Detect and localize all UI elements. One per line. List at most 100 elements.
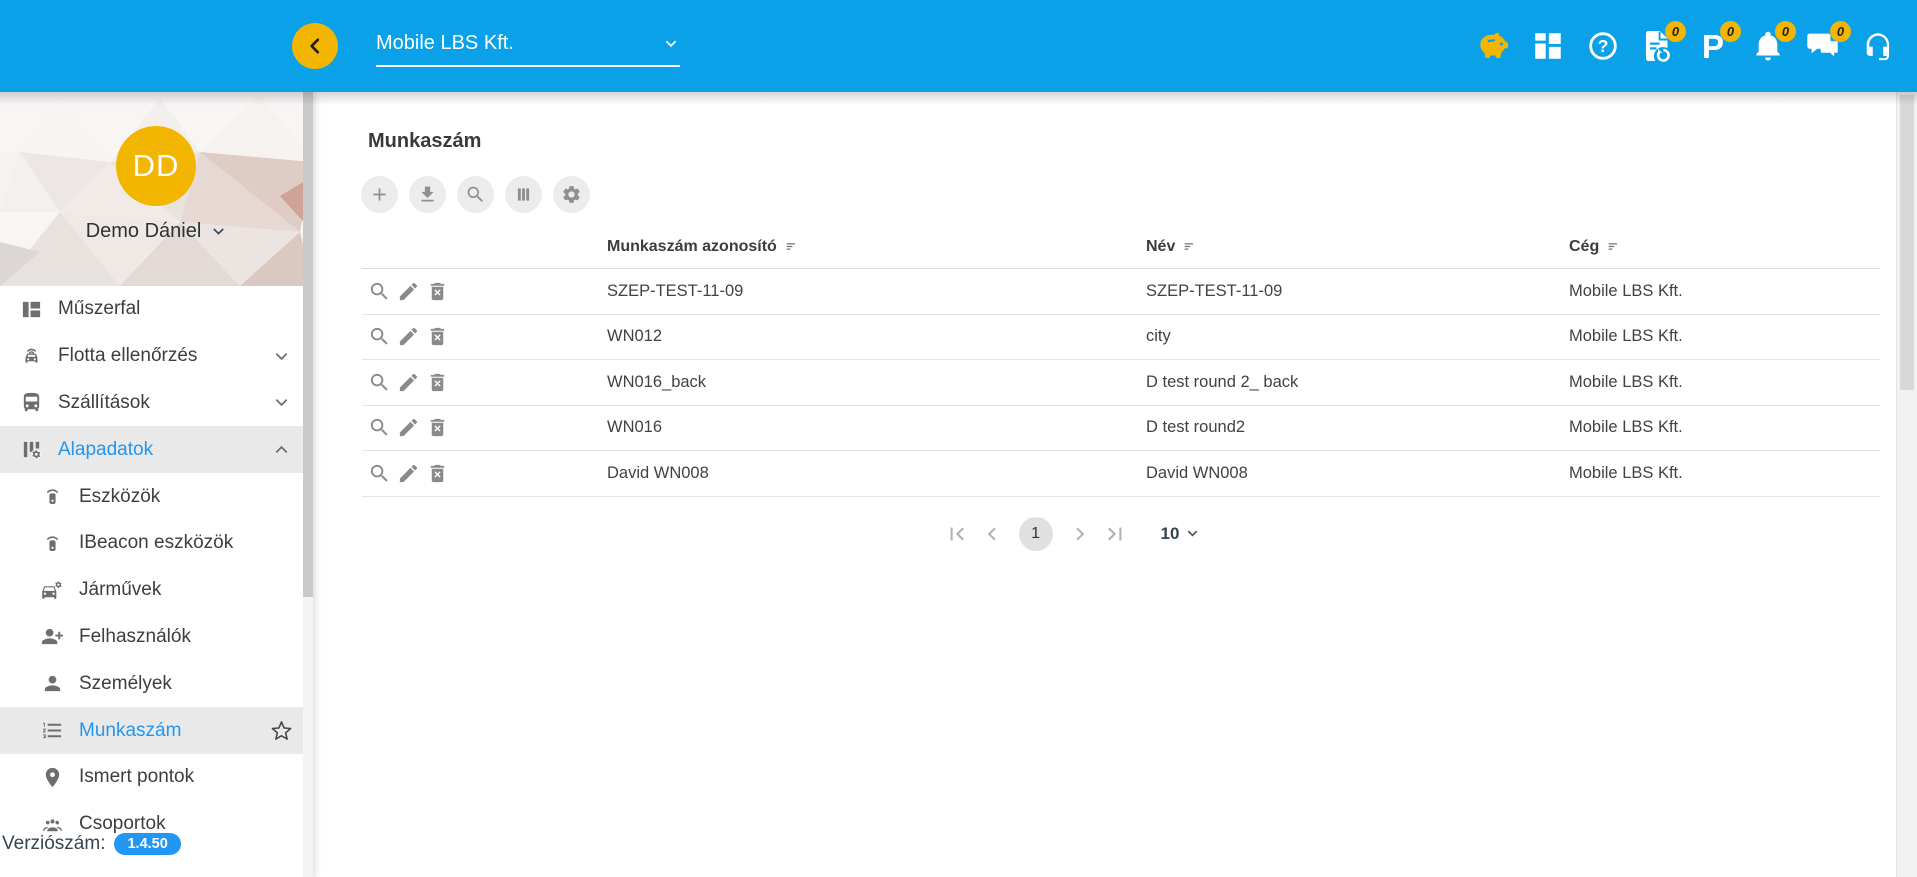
user-menu[interactable]: Demo Dániel <box>0 220 313 243</box>
row-edit-button[interactable] <box>397 280 420 303</box>
notifications-bell-icon[interactable]: 0 <box>1749 27 1787 65</box>
row-delete-button[interactable] <box>426 416 449 439</box>
columns-icon <box>513 184 534 205</box>
sidebar-scrollbar[interactable] <box>303 92 313 877</box>
delete-trash-icon <box>426 462 449 485</box>
numbered-list-icon <box>41 719 64 742</box>
messages-icon[interactable]: 0 <box>1804 27 1842 65</box>
top-bar: Mobile LBS Kft. ? 0 P 0 0 0 <box>0 0 1917 92</box>
previous-page-button[interactable] <box>979 521 1005 547</box>
version-row: Verziószám: 1.4.50 <box>2 833 181 855</box>
sort-icon[interactable] <box>1606 239 1622 255</box>
table-row: David WN008David WN008Mobile LBS Kft. <box>362 451 1880 497</box>
table-row: SZEP-TEST-11-09SZEP-TEST-11-09Mobile LBS… <box>362 269 1880 315</box>
version-badge: 1.4.50 <box>114 833 180 855</box>
sidebar-item-ismert-pontok[interactable]: Ismert pontok <box>0 754 313 801</box>
chevron-down-icon <box>210 223 227 240</box>
row-actions <box>362 325 607 348</box>
row-view-button[interactable] <box>368 416 391 439</box>
column-header[interactable]: Név <box>1146 238 1569 256</box>
cell-id: WN016 <box>607 418 1146 437</box>
edit-pencil-icon <box>397 462 420 485</box>
row-delete-button[interactable] <box>426 371 449 394</box>
row-edit-button[interactable] <box>397 462 420 485</box>
device-icon <box>41 485 64 508</box>
sidebar-item-szallitasok[interactable]: Szállítások <box>0 380 313 427</box>
page-scrollbar[interactable] <box>1896 92 1917 877</box>
sidebar-item-label: Felhasználók <box>79 626 191 648</box>
current-page-indicator[interactable]: 1 <box>1019 517 1053 551</box>
transports-icon <box>20 391 43 414</box>
row-edit-button[interactable] <box>397 416 420 439</box>
document-sync-icon[interactable]: 0 <box>1639 27 1677 65</box>
sort-icon[interactable] <box>1182 239 1198 255</box>
piggy-bank-icon[interactable] <box>1474 27 1512 65</box>
search-icon <box>368 325 391 348</box>
row-edit-button[interactable] <box>397 371 420 394</box>
topbar-icon-strip: ? 0 P 0 0 0 <box>1474 0 1897 92</box>
beacon-icon <box>41 532 64 555</box>
chevron-down-icon <box>662 35 680 53</box>
search-icon <box>465 184 486 205</box>
sidebar-item-felhasznalok[interactable]: Felhasználók <box>0 614 313 661</box>
apps-grid-icon[interactable] <box>1529 27 1567 65</box>
main-content: Munkaszám Munkaszám azonosítóNévCégSZEP-… <box>313 92 1897 877</box>
sidebar-item-label: Személyek <box>79 673 172 695</box>
sidebar-scrollbar-thumb[interactable] <box>303 92 313 597</box>
table-toolbar <box>361 176 1897 213</box>
company-selector[interactable]: Mobile LBS Kft. <box>376 32 680 67</box>
sidebar-item-label: Flotta ellenőrzés <box>58 345 197 367</box>
parking-icon[interactable]: P 0 <box>1694 27 1732 65</box>
page-scrollbar-thumb[interactable] <box>1900 95 1914 390</box>
sidebar-item-alapadatok[interactable]: Alapadatok <box>0 426 313 473</box>
sidebar-item-eszkozok[interactable]: Eszközök <box>0 473 313 520</box>
notifications-badge: 0 <box>1775 21 1796 42</box>
cell-company: Mobile LBS Kft. <box>1569 418 1880 437</box>
sidebar-item-munkaszam[interactable]: Munkaszám <box>0 707 313 754</box>
row-view-button[interactable] <box>368 325 391 348</box>
sidebar-item-ibeacon-eszkozok[interactable]: IBeacon eszközök <box>0 520 313 567</box>
add-button[interactable] <box>361 176 398 213</box>
search-button[interactable] <box>457 176 494 213</box>
edit-pencil-icon <box>397 371 420 394</box>
help-icon[interactable]: ? <box>1584 27 1622 65</box>
headset-icon[interactable] <box>1859 27 1897 65</box>
column-header[interactable]: Munkaszám azonosító <box>607 238 1146 256</box>
row-delete-button[interactable] <box>426 280 449 303</box>
chevron-down-icon <box>272 393 291 412</box>
download-button[interactable] <box>409 176 446 213</box>
work-number-table: Munkaszám azonosítóNévCégSZEP-TEST-11-09… <box>362 226 1880 497</box>
page-size-selector[interactable]: 10 <box>1161 524 1201 544</box>
row-view-button[interactable] <box>368 371 391 394</box>
row-view-button[interactable] <box>368 462 391 485</box>
row-delete-button[interactable] <box>426 325 449 348</box>
sort-icon[interactable] <box>784 239 800 255</box>
sidebar-item-szemelyek[interactable]: Személyek <box>0 660 313 707</box>
row-actions <box>362 371 607 394</box>
sidebar-item-jarmuvek[interactable]: Járművek <box>0 567 313 614</box>
row-edit-button[interactable] <box>397 325 420 348</box>
sidebar-item-muszerfal[interactable]: Műszerfal <box>0 286 313 333</box>
row-view-button[interactable] <box>368 280 391 303</box>
user-add-icon <box>41 625 64 648</box>
columns-button[interactable] <box>505 176 542 213</box>
sidebar-item-flotta-ellenorzes[interactable]: Flotta ellenőrzés <box>0 333 313 380</box>
first-page-button[interactable] <box>944 521 970 547</box>
avatar[interactable]: DD <box>116 126 196 206</box>
back-button[interactable] <box>292 23 338 69</box>
edit-pencil-icon <box>397 325 420 348</box>
add-icon <box>369 184 390 205</box>
sidebar: DD Demo Dániel Műszerfal Flotta ellenőrzé… <box>0 92 313 877</box>
next-page-button[interactable] <box>1067 521 1093 547</box>
last-page-button[interactable] <box>1102 521 1128 547</box>
settings-icon <box>561 184 582 205</box>
cell-name: D test round 2_ back <box>1146 373 1569 392</box>
cell-id: WN012 <box>607 327 1146 346</box>
table-row: WN016_backD test round 2_ backMobile LBS… <box>362 360 1880 406</box>
table-header-row: Munkaszám azonosítóNévCég <box>362 226 1880 269</box>
profile-section: DD Demo Dániel <box>0 92 313 286</box>
row-delete-button[interactable] <box>426 462 449 485</box>
star-icon[interactable] <box>270 719 293 742</box>
settings-button[interactable] <box>553 176 590 213</box>
column-header[interactable]: Cég <box>1569 238 1880 256</box>
